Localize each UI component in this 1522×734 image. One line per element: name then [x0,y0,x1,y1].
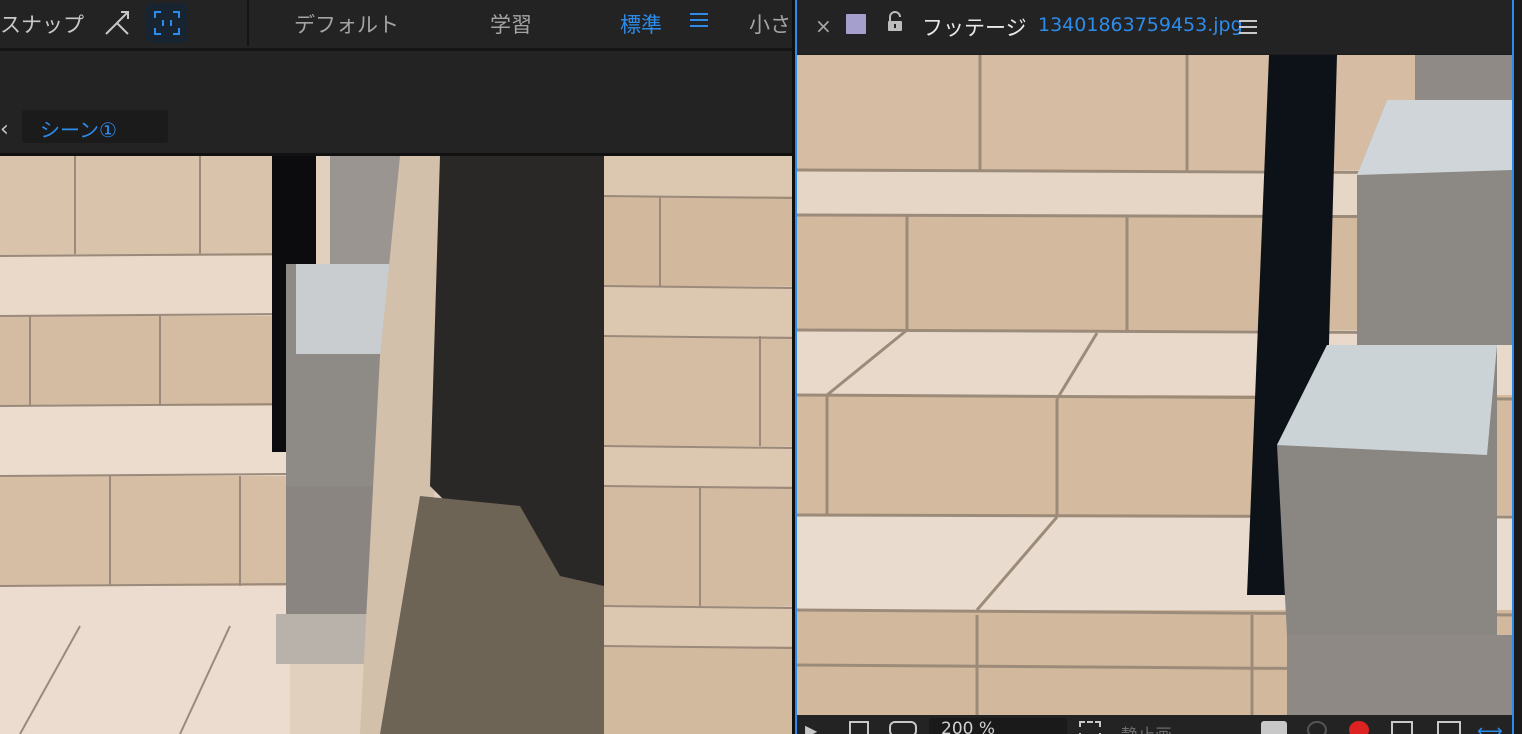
panel-edge [1514,0,1522,734]
channel-icon[interactable] [1349,721,1369,734]
resolution-label: 静止画 [1121,721,1172,734]
vr-icon[interactable] [889,721,917,734]
zoom-value: 200 % [941,719,996,734]
snap-icon[interactable] [103,8,131,38]
workspace-menu-icon[interactable] [689,10,709,30]
footage-filename[interactable]: 13401863759453.jpg [1038,14,1243,36]
composition-frame-image [0,156,792,734]
workspace-standard[interactable]: 標準 [620,9,662,39]
toolbar-divider [247,0,249,46]
close-icon[interactable]: × [815,14,832,38]
zoom-dropdown[interactable]: 200 % [929,718,1067,734]
footage-panel-title: フッテージ [922,16,1027,40]
composition-tab-scene[interactable]: シーン① [22,110,168,143]
panel-divider[interactable] [792,0,797,734]
play-region-icon[interactable]: ▶ [805,721,817,734]
workspace-bar: スナップ デフォルト 学習 標準 小さ [0,0,795,51]
composition-panel-header: ‹ シーン① [0,51,792,156]
footage-viewer[interactable] [797,55,1512,715]
label-color-swatch[interactable] [846,14,866,34]
workspace-learning[interactable]: 学習 [490,9,532,39]
grid-icon[interactable] [1437,721,1461,734]
snap-toggle-icon [154,11,180,35]
panel-menu-icon[interactable] [1239,19,1257,35]
back-arrow-icon[interactable]: ‹ [0,117,9,142]
region-of-interest-icon[interactable] [1391,721,1413,734]
scene-tab-label: シーン① [40,118,117,142]
fit-frame-icon[interactable] [1079,721,1101,734]
stretch-icon[interactable]: ⟷ [1477,721,1503,734]
snap-label: スナップ [0,13,84,37]
always-preview-icon[interactable] [849,721,869,734]
workspace-default[interactable]: デフォルト [294,9,399,39]
show-snapshot-icon[interactable] [1307,721,1327,734]
camera-icon[interactable] [1261,721,1287,734]
footage-image [797,55,1512,715]
footage-viewer-toolbar: ▶ 200 % 静止画 ⟷ [797,715,1514,734]
snap-toggle[interactable] [146,3,188,43]
composition-viewer[interactable] [0,156,792,734]
lock-icon[interactable] [885,11,905,33]
footage-panel-header: × フッテージ 13401863759453.jpg [795,0,1514,54]
workspace-small[interactable]: 小さ [749,9,791,39]
